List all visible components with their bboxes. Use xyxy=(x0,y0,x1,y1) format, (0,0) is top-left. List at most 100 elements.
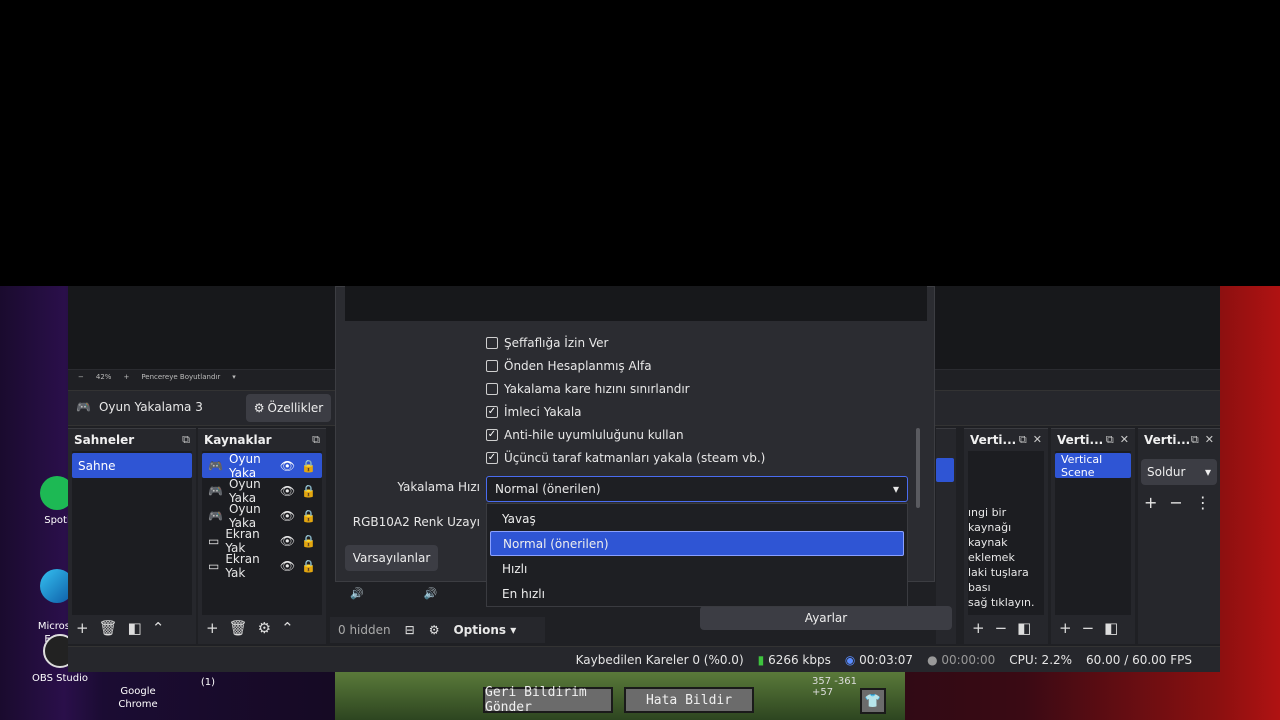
fit-window-button[interactable]: Pencereye Boyutlandır xyxy=(141,373,220,381)
trash-icon[interactable]: 🗑 xyxy=(229,619,248,637)
undock-icon[interactable]: ⧉ xyxy=(182,433,190,447)
checkbox-limit-framerate[interactable]: Yakalama kare hızını sınırlandır xyxy=(486,377,906,400)
shirt-button[interactable]: 👕 xyxy=(860,688,886,714)
add-icon[interactable]: + xyxy=(1144,493,1157,512)
source-item[interactable]: 🎮 Oyun Yaka 👁 🔒 xyxy=(202,502,322,530)
gear-icon[interactable]: ⚙ xyxy=(429,623,440,637)
eye-icon[interactable]: 👁 xyxy=(280,534,295,548)
defaults-label: Varsayılanlar xyxy=(352,551,431,565)
record-icon: ● xyxy=(927,652,938,667)
add-icon[interactable]: + xyxy=(972,619,985,637)
filter-icon[interactable]: ◧ xyxy=(1104,619,1118,637)
audio-toolbar: 0 hidden ⊟ ⚙ Options ▾ xyxy=(330,617,545,643)
zoom-value: 42% xyxy=(95,373,112,381)
option-fastest[interactable]: En hızlı xyxy=(490,581,904,606)
settings-label: Ayarlar xyxy=(804,611,848,625)
speaker-icon[interactable]: 🔊 xyxy=(350,587,364,600)
capture-rate-label: Yakalama Hızı xyxy=(397,480,480,494)
capture-rate-select[interactable]: Normal (önerilen) ▾ xyxy=(486,476,908,502)
chevron-up-icon[interactable]: ⌃ xyxy=(152,619,165,637)
audio-mixer-controls: 🔊 🔊 xyxy=(350,587,437,600)
desktop-icon-file[interactable]: (1) xyxy=(168,676,248,689)
scenes-title: Sahneler xyxy=(74,433,135,447)
checkbox-allow-transparency[interactable]: Şeffaflığa İzin Ver xyxy=(486,331,906,354)
zoom-in-button[interactable]: + xyxy=(123,373,129,381)
hidden-count: 0 hidden xyxy=(338,623,391,637)
minus-icon[interactable]: − xyxy=(1082,619,1095,637)
options-button[interactable]: Options ▾ xyxy=(453,623,516,637)
undock-icon[interactable]: ⧉ xyxy=(1191,433,1199,447)
close-icon[interactable]: ✕ xyxy=(1120,433,1129,447)
minus-icon[interactable]: − xyxy=(1169,493,1182,512)
vertical-dock-toolbar: + − ◧ xyxy=(964,615,1048,641)
properties-button[interactable]: ⚙ Özellikler xyxy=(246,394,331,422)
options-label: Options xyxy=(453,623,507,637)
partial-selected[interactable] xyxy=(936,458,954,482)
source-item[interactable]: ▭ Ekran Yak 👁 🔒 xyxy=(202,552,322,580)
eye-icon[interactable]: 👁 xyxy=(280,509,295,523)
minus-icon[interactable]: − xyxy=(995,619,1008,637)
zoom-bar: − 42% + Pencereye Boyutlandır ▾ xyxy=(72,370,372,384)
checkbox-list: Şeffaflığa İzin Ver Önden Hesaplanmış Al… xyxy=(486,331,906,469)
checkbox-label: Yakalama kare hızını sınırlandır xyxy=(504,381,690,396)
properties-label: Özellikler xyxy=(267,401,324,415)
checkbox-third-party-overlays[interactable]: ✓ Üçüncü taraf katmanları yakala (steam v… xyxy=(486,446,906,469)
dialog-preview xyxy=(345,286,927,321)
add-icon[interactable]: + xyxy=(1059,619,1072,637)
scene-item[interactable]: Sahne xyxy=(72,453,192,478)
option-normal[interactable]: Normal (önerilen) xyxy=(490,531,904,556)
filter-icon[interactable]: ◧ xyxy=(1017,619,1031,637)
add-icon[interactable]: + xyxy=(206,619,219,637)
monitor-icon: ▭ xyxy=(208,533,220,548)
undock-icon[interactable]: ⧉ xyxy=(1106,433,1114,447)
desktop-icon-chrome[interactable]: Google Chrome xyxy=(98,672,178,711)
transition-select[interactable]: Soldur ▾ xyxy=(1141,459,1217,485)
option-label: Yavaş xyxy=(502,511,536,526)
selected-source-name: Oyun Yakalama 3 xyxy=(98,400,203,414)
checkbox-label: Üçüncü taraf katmanları yakala (steam vb… xyxy=(504,450,766,465)
checkbox-anti-cheat[interactable]: ✓ Anti-hile uyumluluğunu kullan xyxy=(486,423,906,446)
vertical-dock-title: Verti... xyxy=(970,433,1017,447)
filter-icon[interactable]: ◧ xyxy=(128,619,142,637)
eye-icon[interactable]: 👁 xyxy=(280,559,295,573)
vertical-scene-item[interactable]: Vertical Scene xyxy=(1055,453,1131,479)
close-icon[interactable]: ✕ xyxy=(1205,433,1214,447)
settings-button[interactable]: Ayarlar xyxy=(700,606,952,630)
chevron-up-icon[interactable]: ⌃ xyxy=(281,619,294,637)
gear-icon[interactable]: ⚙ xyxy=(258,619,271,637)
chevron-down-icon: ▾ xyxy=(1204,465,1211,479)
speaker-icon[interactable]: 🔊 xyxy=(424,587,438,600)
add-icon[interactable]: + xyxy=(76,619,89,637)
source-item[interactable]: ▭ Ekran Yak 👁 🔒 xyxy=(202,527,322,555)
option-slow[interactable]: Yavaş xyxy=(490,506,904,531)
close-icon[interactable]: ✕ xyxy=(1033,433,1042,447)
checkbox-capture-cursor[interactable]: ✓ İmleci Yakala xyxy=(486,400,906,423)
record-timer: ● 00:00:00 xyxy=(927,653,995,667)
defaults-button[interactable]: Varsayılanlar xyxy=(345,545,438,571)
eye-icon[interactable]: 👁 xyxy=(280,459,295,473)
monitor-icon: ▭ xyxy=(208,558,220,573)
checkbox-premultiplied-alpha[interactable]: Önden Hesaplanmış Alfa xyxy=(486,354,906,377)
lock-icon[interactable]: 🔒 xyxy=(301,559,316,573)
zoom-out-button[interactable]: − xyxy=(78,373,84,381)
source-item[interactable]: 🎮 Oyun Yaka 👁 🔒 xyxy=(202,452,322,480)
lock-icon[interactable]: 🔒 xyxy=(301,484,316,498)
chevron-down-icon[interactable]: ▾ xyxy=(232,373,236,381)
feedback-button[interactable]: Geri Bildirim Gönder xyxy=(483,685,613,715)
dialog-scrollbar[interactable] xyxy=(916,428,920,508)
undock-icon[interactable]: ⧉ xyxy=(1019,433,1027,447)
lock-icon[interactable]: 🔒 xyxy=(301,534,316,548)
layout-icon[interactable]: ⊟ xyxy=(405,623,415,637)
undock-icon[interactable]: ⧉ xyxy=(312,433,320,447)
more-icon[interactable]: ⋮ xyxy=(1195,493,1211,512)
eye-icon[interactable]: 👁 xyxy=(280,484,295,498)
gamepad-icon: 🎮 xyxy=(208,458,223,473)
option-fast[interactable]: Hızlı xyxy=(490,556,904,581)
rgb-label: RGB10A2 Renk Uzayı xyxy=(352,515,480,529)
source-item[interactable]: 🎮 Oyun Yaka 👁 🔒 xyxy=(202,477,322,505)
lock-icon[interactable]: 🔒 xyxy=(301,459,316,473)
lock-icon[interactable]: 🔒 xyxy=(301,509,316,523)
feedback-label: Geri Bildirim Gönder xyxy=(485,685,587,715)
trash-icon[interactable]: 🗑 xyxy=(99,619,118,637)
bug-report-button[interactable]: Hata Bildir xyxy=(624,687,754,713)
